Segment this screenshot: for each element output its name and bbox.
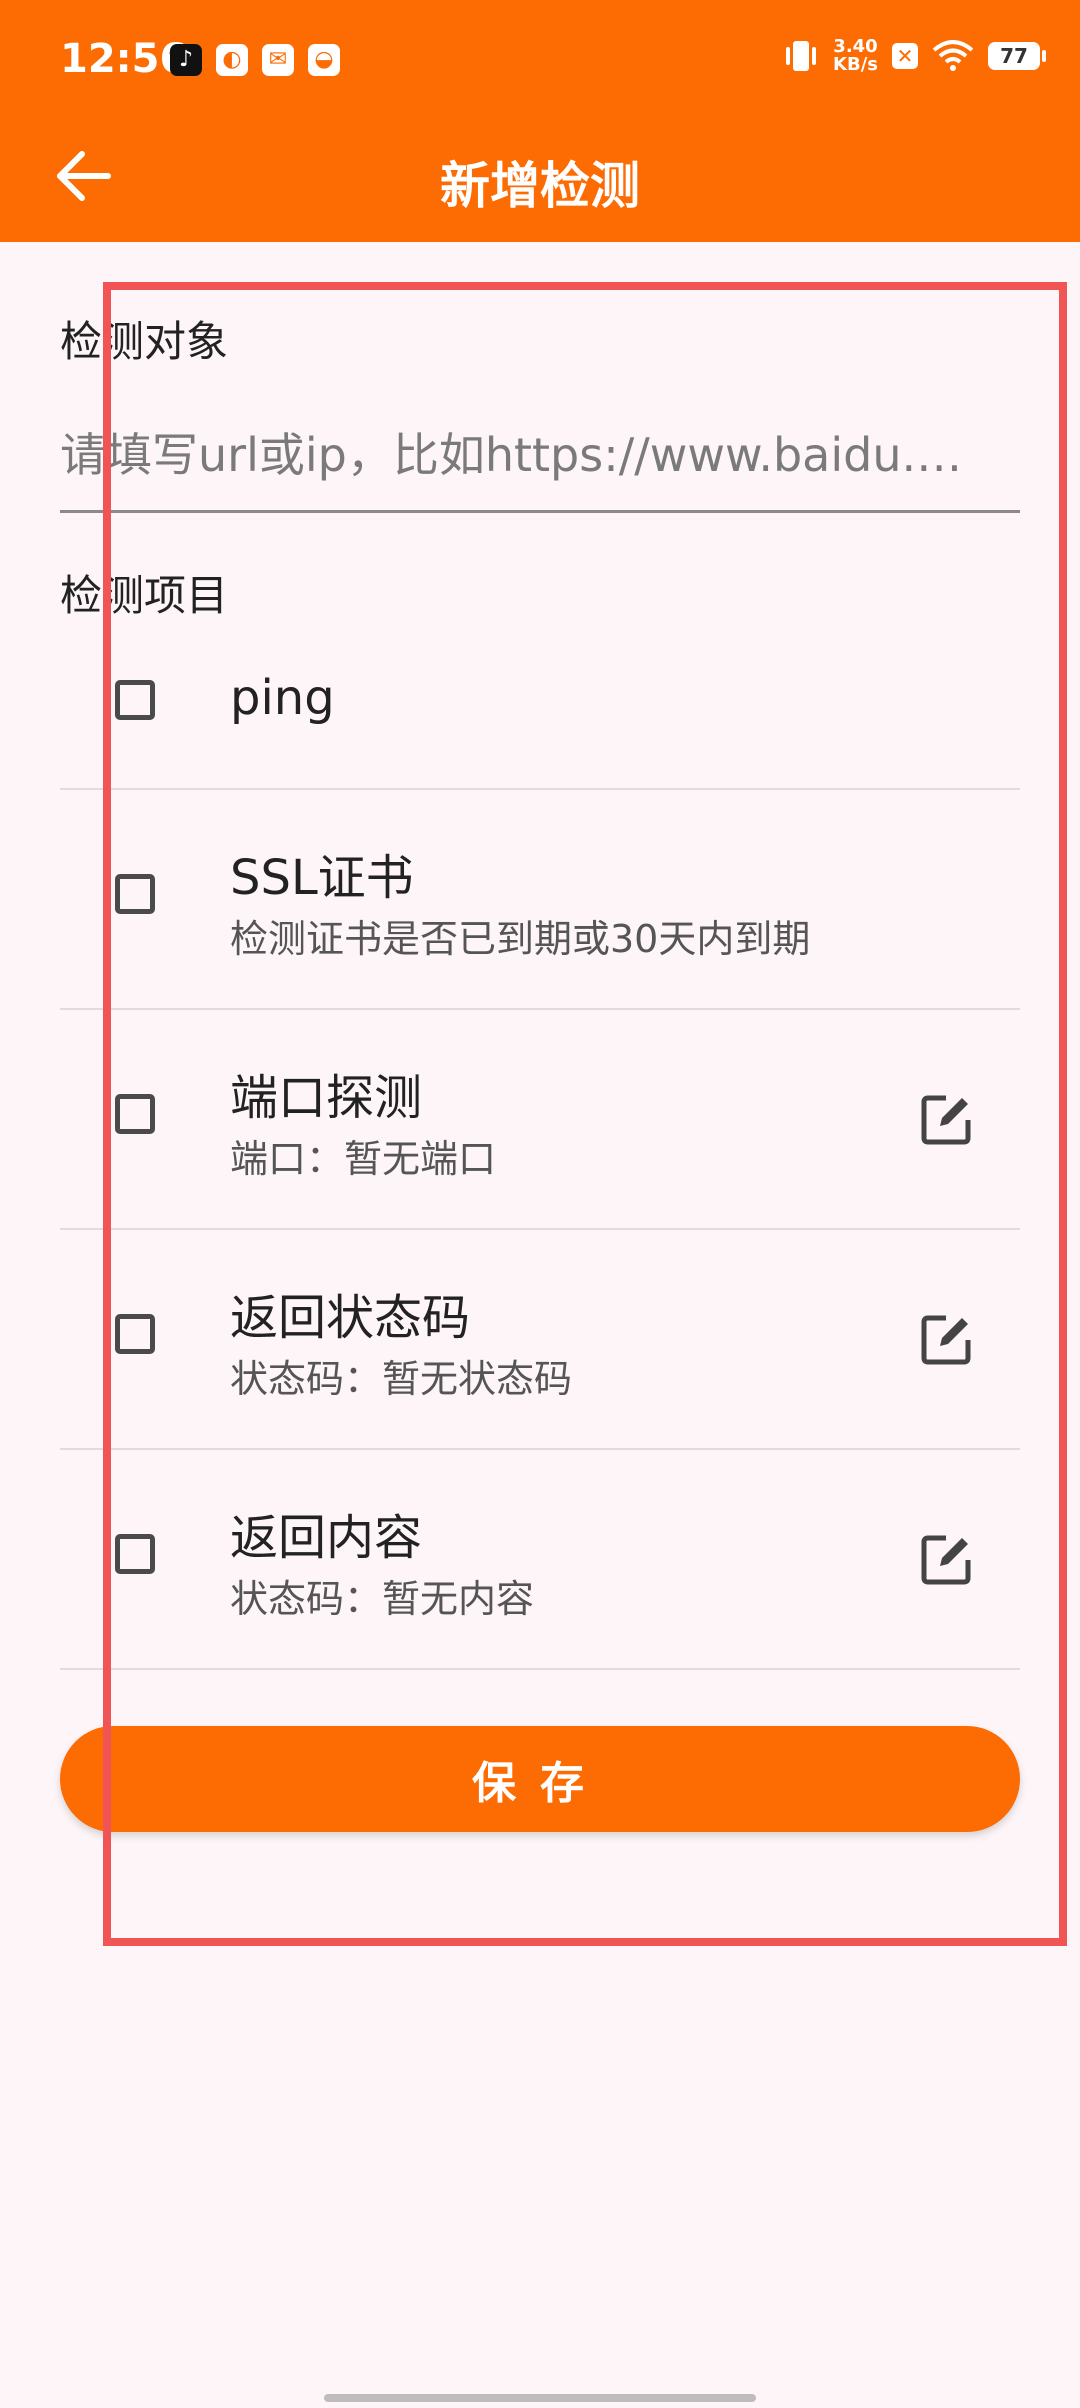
target-label: 检测对象 [60, 317, 229, 366]
app-notification-icon: ◐ [216, 44, 248, 76]
status-time: 12:56 [60, 36, 188, 82]
no-sim-icon: ✕ [892, 43, 918, 69]
net-speed: 3.40 KB/s [833, 38, 878, 74]
item-subtitle: 状态码：暂无内容 [230, 1577, 535, 1621]
status-right: 3.40 KB/s ✕ 77 [783, 38, 1046, 74]
notification-icons: ♪ ◐ ✉ ◒ [170, 44, 340, 76]
item-title: ping [230, 670, 335, 726]
edit-icon[interactable] [920, 1312, 974, 1366]
check-item-ssl[interactable]: SSL证书 检测证书是否已到期或30天内到期 [60, 790, 1020, 1010]
check-item-port[interactable]: 端口探测 端口：暂无端口 [60, 1010, 1020, 1230]
item-title: 返回内容 [230, 1510, 423, 1566]
edit-icon[interactable] [920, 1532, 974, 1586]
checkbox[interactable] [115, 874, 155, 914]
save-button[interactable]: 保存 [60, 1726, 1020, 1832]
checkbox[interactable] [115, 1534, 155, 1574]
net-speed-unit: KB/s [833, 54, 878, 75]
tiktok-icon: ♪ [170, 44, 202, 76]
app-header: 12:56 ♪ ◐ ✉ ◒ 3.40 KB/s ✕ 77 新增检测 [0, 0, 1080, 242]
edit-icon[interactable] [920, 1092, 974, 1146]
item-subtitle: 状态码：暂无状态码 [230, 1357, 573, 1401]
check-item-ping[interactable]: ping [60, 570, 1020, 790]
item-title: 端口探测 [230, 1070, 423, 1126]
check-item-response-content[interactable]: 返回内容 状态码：暂无内容 [60, 1450, 1020, 1670]
item-subtitle: 端口：暂无端口 [230, 1137, 497, 1181]
check-item-status-code[interactable]: 返回状态码 状态码：暂无状态码 [60, 1230, 1020, 1450]
url-input[interactable] [60, 400, 1020, 513]
page-title: 新增检测 [440, 157, 640, 215]
message-icon: ✉ [262, 44, 294, 76]
item-title: 返回状态码 [230, 1290, 471, 1346]
checkbox[interactable] [115, 1314, 155, 1354]
vibrate-icon [786, 41, 817, 71]
home-indicator[interactable] [324, 2394, 756, 2402]
item-subtitle: 检测证书是否已到期或30天内到期 [230, 917, 811, 961]
battery-indicator: 77 [988, 42, 1046, 70]
item-title: SSL证书 [230, 850, 414, 906]
checkbox[interactable] [115, 1094, 155, 1134]
vpn-icon: ◒ [308, 44, 340, 76]
checkbox[interactable] [115, 680, 155, 720]
wifi-icon [932, 40, 974, 71]
